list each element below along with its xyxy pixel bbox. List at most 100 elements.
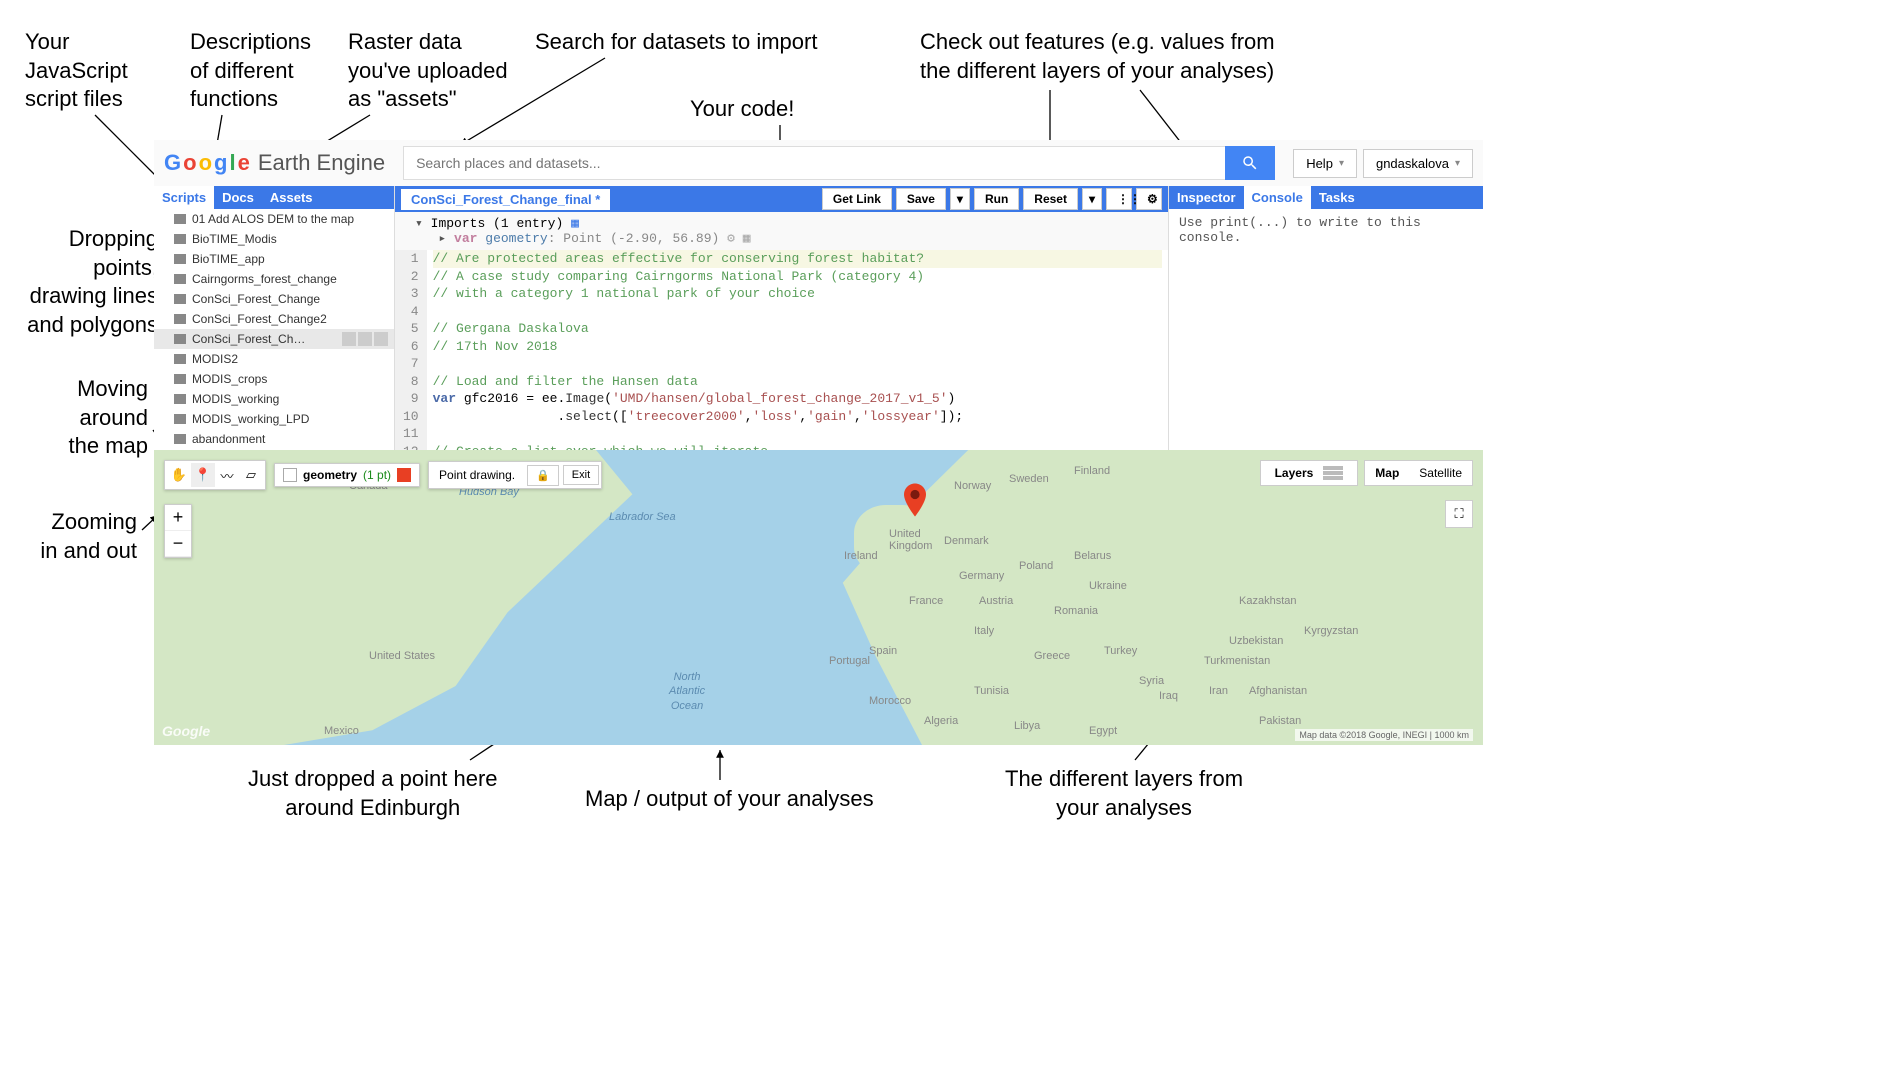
file-icon (174, 374, 186, 384)
map-label-egypt: Egypt (1089, 725, 1117, 737)
map-label-kazakhstan: Kazakhstan (1239, 595, 1296, 607)
maptype-map[interactable]: Map (1365, 461, 1409, 485)
map[interactable]: Hudson Bay Labrador Sea North Atlantic O… (154, 450, 1483, 745)
file-icon (174, 434, 186, 444)
save-button[interactable]: Save (896, 188, 946, 210)
reset-dropdown[interactable]: ▾ (1082, 188, 1102, 210)
fullscreen-button[interactable]: ⛶ (1445, 500, 1473, 528)
map-label-denmark: Denmark (944, 535, 989, 547)
tab-scripts[interactable]: Scripts (154, 186, 214, 209)
tab-console[interactable]: Console (1244, 186, 1311, 209)
script-item[interactable]: MODIS2 (154, 349, 394, 369)
map-pin[interactable] (904, 483, 926, 520)
user-menu[interactable]: gndaskalova▾ (1363, 149, 1473, 178)
tab-inspector[interactable]: Inspector (1169, 186, 1244, 209)
google-watermark: Google (162, 723, 210, 739)
reset-button[interactable]: Reset (1023, 188, 1078, 210)
map-label-iraq: Iraq (1159, 690, 1178, 702)
checkbox-icon[interactable] (283, 468, 297, 482)
script-item[interactable]: BioTIME_Modis (154, 229, 394, 249)
script-item[interactable]: MODIS_working (154, 389, 394, 409)
map-label-belarus: Belarus (1074, 550, 1111, 562)
map-label-poland: Poland (1019, 560, 1053, 572)
search-box (403, 146, 1275, 180)
map-label-pakistan: Pakistan (1259, 715, 1301, 727)
map-label-ukraine: Ukraine (1089, 580, 1127, 592)
map-label-labrador: Labrador Sea (609, 510, 676, 524)
imports-bar[interactable]: ▾ Imports (1 entry) ▦ ▸ var geometry: Po… (395, 212, 1168, 250)
script-item[interactable]: ConSci_Forest_Change (154, 289, 394, 309)
zoom-in-button[interactable]: + (165, 505, 191, 531)
script-item[interactable]: MODIS_crops (154, 369, 394, 389)
map-label-greece: Greece (1034, 650, 1070, 662)
polygon-icon: ▱ (246, 467, 256, 483)
pan-tool[interactable]: ✋ (167, 463, 191, 487)
search-input[interactable] (403, 146, 1225, 180)
map-label-uk: United Kingdom (889, 528, 932, 552)
tab-docs[interactable]: Docs (214, 186, 262, 209)
map-label-portugal: Portugal (829, 655, 870, 667)
geometry-layer[interactable]: geometry (1 pt) (274, 463, 420, 487)
map-label-uzbekistan: Uzbekistan (1229, 635, 1283, 647)
code-header: ConSci_Forest_Change_final * Get Link Sa… (395, 186, 1168, 212)
right-tabs: Inspector Console Tasks (1169, 186, 1483, 209)
file-icon (174, 294, 186, 304)
pin-icon: 📍 (195, 467, 211, 483)
lock-button[interactable]: 🔒 (527, 465, 559, 486)
point-drawing-label: Point drawing. (431, 464, 523, 486)
history-icon[interactable] (342, 332, 356, 346)
line-icon: 〰 (220, 466, 233, 485)
point-tool[interactable]: 📍 (191, 463, 215, 487)
map-label-syria: Syria (1139, 675, 1164, 687)
map-label-mexico: Mexico (324, 725, 359, 737)
script-item[interactable]: 01 Add ALOS DEM to the map (154, 209, 394, 229)
map-label-afghanistan: Afghanistan (1249, 685, 1307, 697)
exit-button[interactable]: Exit (563, 465, 599, 485)
layers-button[interactable]: Layers (1260, 460, 1359, 486)
script-item[interactable]: abandonment (154, 429, 394, 449)
map-toolbar: ✋ 📍 〰 ▱ geometry (1 pt) Point drawing. 🔒… (164, 460, 602, 490)
script-title: ConSci_Forest_Change_final * (401, 189, 610, 210)
tab-tasks[interactable]: Tasks (1311, 186, 1363, 209)
map-label-italy: Italy (974, 625, 994, 637)
script-list: 01 Add ALOS DEM to the mapBioTIME_ModisB… (154, 209, 394, 489)
zoom-out-button[interactable]: − (165, 531, 191, 557)
help-button[interactable]: Help▾ (1293, 149, 1357, 178)
line-tool[interactable]: 〰 (215, 463, 239, 487)
map-label-atlantic: North Atlantic Ocean (669, 670, 705, 713)
map-label-turkey: Turkey (1104, 645, 1137, 657)
search-icon (1241, 154, 1259, 172)
polygon-tool[interactable]: ▱ (239, 463, 263, 487)
gear-icon: ⚙ (1147, 192, 1158, 206)
file-icon (174, 414, 186, 424)
file-icon (174, 214, 186, 224)
map-label-libya: Libya (1014, 720, 1040, 732)
fullscreen-icon: ⛶ (1454, 506, 1463, 522)
edit-icon[interactable] (358, 332, 372, 346)
layers-icon (1323, 466, 1343, 480)
apps-button[interactable]: ⋮⋮⋮ (1106, 188, 1132, 210)
file-icon (174, 394, 186, 404)
save-dropdown[interactable]: ▾ (950, 188, 970, 210)
search-button[interactable] (1225, 146, 1275, 180)
run-button[interactable]: Run (974, 188, 1019, 210)
settings-button[interactable]: ⚙ (1136, 188, 1162, 210)
zoom-control: + − (164, 504, 192, 558)
map-label-spain: Spain (869, 645, 897, 657)
script-item[interactable]: ConSci_Forest_Change2 (154, 309, 394, 329)
script-item[interactable]: Cairngorms_forest_change (154, 269, 394, 289)
map-label-germany: Germany (959, 570, 1004, 582)
script-item[interactable]: MODIS_working_LPD (154, 409, 394, 429)
map-label-romania: Romania (1054, 605, 1098, 617)
tab-assets[interactable]: Assets (262, 186, 321, 209)
maptype-satellite[interactable]: Satellite (1409, 461, 1472, 485)
map-label-sweden: Sweden (1009, 473, 1049, 485)
map-label-morocco: Morocco (869, 695, 911, 707)
script-item[interactable]: ConSci_Forest_Ch… (154, 329, 394, 349)
script-item[interactable]: BioTIME_app (154, 249, 394, 269)
getlink-button[interactable]: Get Link (822, 188, 892, 210)
map-label-austria: Austria (979, 595, 1013, 607)
file-icon (174, 274, 186, 284)
delete-icon[interactable] (374, 332, 388, 346)
map-label-algeria: Algeria (924, 715, 958, 727)
